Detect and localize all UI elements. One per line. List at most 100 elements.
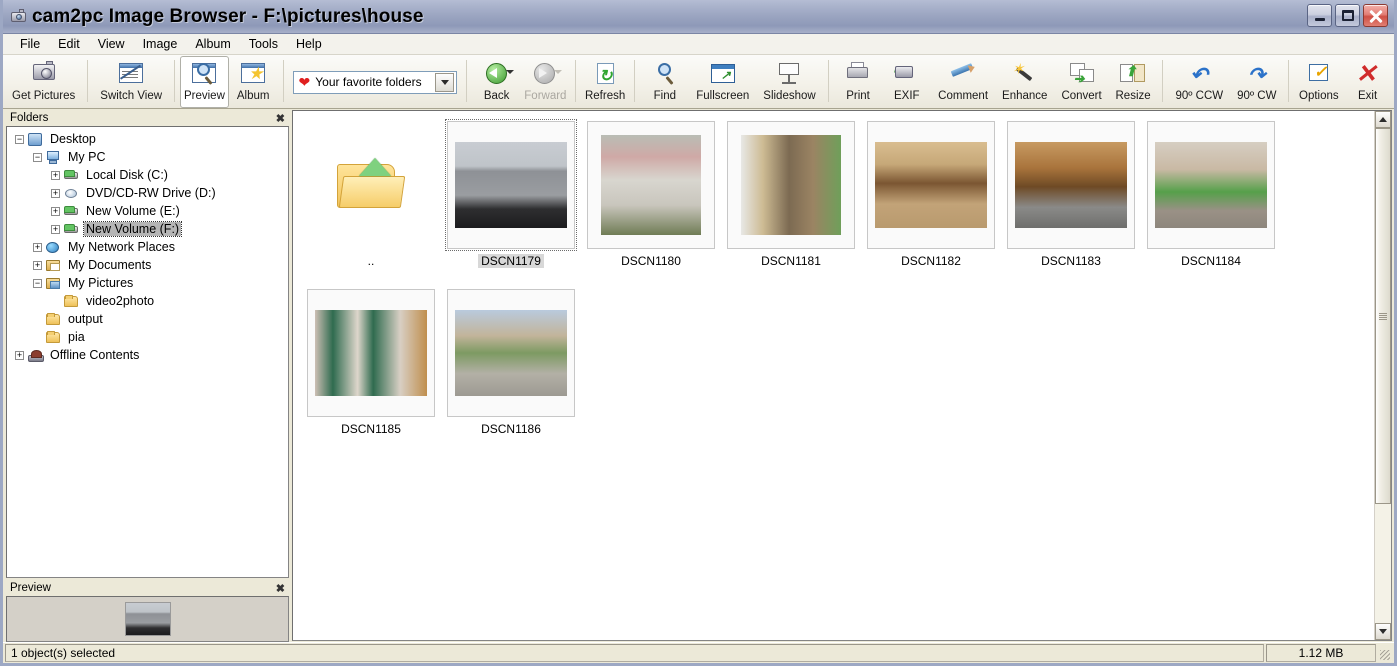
tree-item-my-pictures[interactable]: − My Pictures: [7, 274, 288, 292]
toolbar-resize-button[interactable]: ⬆ Resize: [1109, 56, 1158, 108]
maximize-button[interactable]: [1335, 4, 1360, 27]
hard-drive-icon: [63, 168, 80, 183]
toolbar-back-button[interactable]: Back: [472, 56, 521, 108]
dvd-drive-icon: [63, 186, 80, 201]
thumbnail-item[interactable]: DSCN1179: [441, 119, 581, 287]
expand-icon[interactable]: +: [15, 350, 24, 360]
title-bar: cam2pc Image Browser - F:\pictures\house: [3, 0, 1394, 34]
tree-item-pia[interactable]: pia: [7, 328, 288, 346]
folder-tree[interactable]: − Desktop − My PC + Local Disk (C:) + DVD/CD-RW…: [6, 126, 289, 578]
thumbnail-caption: DSCN1181: [761, 254, 821, 268]
tree-item-output[interactable]: output: [7, 310, 288, 328]
close-icon[interactable]: ✖: [276, 582, 285, 595]
expand-icon[interactable]: +: [51, 170, 60, 180]
menu-album[interactable]: Album: [186, 35, 239, 53]
folder-icon: [45, 330, 62, 345]
preview-panel: Preview ✖: [6, 580, 289, 642]
thumbnail-item[interactable]: DSCN1183: [1001, 119, 1141, 287]
toolbar-slideshow-button[interactable]: Slideshow: [756, 56, 822, 108]
exif-camera-icon: ↖: [891, 61, 923, 89]
toolbar-rotate-cw-button[interactable]: ↷ 90º CW: [1230, 56, 1283, 108]
tree-item-new-volume-e[interactable]: + New Volume (E:): [7, 202, 288, 220]
scrollbar-track[interactable]: [1375, 128, 1391, 623]
resize-grip-icon[interactable]: [1376, 644, 1392, 662]
collapse-icon[interactable]: −: [15, 134, 24, 144]
folders-panel-caption: Folders ✖: [6, 110, 289, 126]
preview-panel-caption: Preview ✖: [6, 580, 289, 596]
toolbar-separator: [827, 60, 829, 102]
close-icon[interactable]: ✖: [276, 112, 285, 125]
collapse-icon[interactable]: −: [33, 278, 42, 288]
expand-icon[interactable]: +: [51, 224, 60, 234]
toolbar-enhance-button[interactable]: ✶ Enhance: [995, 56, 1054, 108]
scrollbar-grip-icon: [1379, 312, 1387, 320]
collapse-icon[interactable]: −: [33, 152, 42, 162]
toolbar-fullscreen-button[interactable]: ↗ Fullscreen: [689, 56, 756, 108]
vertical-scrollbar[interactable]: [1374, 111, 1391, 640]
tree-item-offline-contents[interactable]: + Offline Contents: [7, 346, 288, 364]
folder-icon: [63, 294, 80, 309]
menu-edit[interactable]: Edit: [49, 35, 89, 53]
exit-x-icon: ✕: [1355, 60, 1377, 88]
thumbnail-image: [601, 135, 701, 235]
favorite-folders-combo[interactable]: ❤ Your favorite folders: [292, 70, 458, 94]
thumbnail-caption: DSCN1180: [621, 254, 681, 268]
thumbnail-parent-folder[interactable]: ..: [301, 119, 441, 287]
toolbar-print-button[interactable]: Print: [834, 56, 883, 108]
toolbar-exit-button[interactable]: ✕ Exit: [1343, 56, 1392, 108]
tree-item-dvd-cd-rw-drive-d[interactable]: + DVD/CD-RW Drive (D:): [7, 184, 288, 202]
toolbar-find-button[interactable]: Find: [640, 56, 689, 108]
toolbar-get-pictures-button[interactable]: Get Pictures: [5, 56, 82, 108]
toolbar-album-button[interactable]: ★ Album: [229, 56, 278, 108]
menu-file[interactable]: File: [11, 35, 49, 53]
thumbnail-item[interactable]: DSCN1182: [861, 119, 1001, 287]
menu-view[interactable]: View: [89, 35, 134, 53]
toolbar-comment-button[interactable]: Comment: [931, 56, 995, 108]
toolbar-exit-label: Exit: [1357, 90, 1378, 102]
menu-image[interactable]: Image: [134, 35, 187, 53]
toolbar-separator: [282, 60, 284, 102]
thumbnail-caption: DSCN1182: [901, 254, 961, 268]
toolbar-preview-button[interactable]: Preview: [180, 56, 229, 108]
tree-item-desktop[interactable]: − Desktop: [7, 130, 288, 148]
menu-help[interactable]: Help: [287, 35, 331, 53]
toolbar-switch-view-button[interactable]: Switch View: [93, 56, 169, 108]
toolbar-exif-button[interactable]: ↖ EXIF: [882, 56, 931, 108]
toolbar-back-label: Back: [483, 90, 510, 102]
chevron-down-icon[interactable]: [435, 72, 455, 92]
expand-icon[interactable]: +: [51, 206, 60, 216]
expand-icon[interactable]: +: [33, 242, 42, 252]
toolbar-convert-label: Convert: [1061, 90, 1102, 102]
toolbar-refresh-button[interactable]: ↻ Refresh: [581, 56, 630, 108]
thumbnail-caption: ..: [367, 254, 375, 268]
expand-icon[interactable]: +: [51, 188, 60, 198]
toolbar-resize-label: Resize: [1115, 90, 1151, 102]
hard-drive-icon: [63, 222, 80, 237]
tree-item-my-pc[interactable]: − My PC: [7, 148, 288, 166]
scrollbar-thumb[interactable]: [1375, 128, 1391, 505]
tree-item-my-network-places[interactable]: + My Network Places: [7, 238, 288, 256]
tree-item-my-documents[interactable]: + My Documents: [7, 256, 288, 274]
thumbnail-item[interactable]: DSCN1180: [581, 119, 721, 287]
tree-item-local-disk-c[interactable]: + Local Disk (C:): [7, 166, 288, 184]
thumbnail-item[interactable]: DSCN1184: [1141, 119, 1281, 287]
thumbnail-item[interactable]: DSCN1186: [441, 287, 581, 455]
toolbar-refresh-label: Refresh: [584, 90, 626, 102]
scroll-up-button[interactable]: [1375, 111, 1391, 128]
menu-tools[interactable]: Tools: [240, 35, 287, 53]
pencil-icon: [947, 61, 979, 89]
minimize-button[interactable]: [1307, 4, 1332, 27]
tree-item-new-volume-f[interactable]: + New Volume (F:): [7, 220, 288, 238]
scroll-down-button[interactable]: [1375, 623, 1391, 640]
thumbnail-item[interactable]: DSCN1185: [301, 287, 441, 455]
preview-panel-title: Preview: [10, 582, 51, 594]
thumbnail-item[interactable]: DSCN1181: [721, 119, 861, 287]
toolbar-switch-view-label: Switch View: [100, 90, 163, 102]
tree-item-video2photo[interactable]: video2photo: [7, 292, 288, 310]
toolbar-convert-button[interactable]: ➔ Convert: [1054, 56, 1108, 108]
close-button[interactable]: [1363, 4, 1388, 27]
expand-icon[interactable]: +: [33, 260, 42, 270]
toolbar-forward-button: Forward: [521, 56, 570, 108]
toolbar-rotate-ccw-button[interactable]: ↶ 90º CCW: [1168, 56, 1230, 108]
toolbar-options-button[interactable]: ✓ Options: [1294, 56, 1343, 108]
